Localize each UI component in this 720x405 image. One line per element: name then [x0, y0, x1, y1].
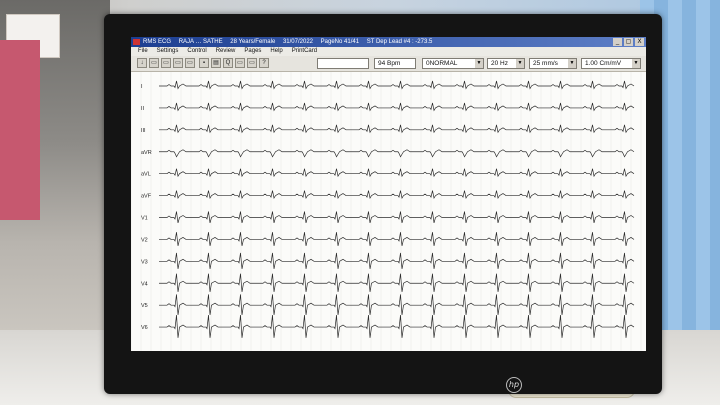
chevron-down-icon[interactable]: ▼ — [475, 59, 483, 68]
export-icon[interactable]: ▭ — [185, 58, 195, 68]
hp-logo-icon: hp — [506, 377, 522, 393]
ecg-waveform — [159, 168, 635, 178]
ecg-chart-area: I II III aVR aVL aVF V1 V2 V3 V4 V5 V6 — [131, 72, 646, 351]
st-dep-readout: ST Dep Lead #4 : -273.5 — [366, 39, 433, 45]
lead-label: V1 — [141, 216, 148, 222]
record-date: 31/07/2022 — [282, 39, 313, 45]
zoom-icon[interactable]: Q — [223, 58, 233, 68]
gain-select[interactable]: 1.00 Cm/mV ▼ — [581, 58, 641, 69]
patient-age-sex: 28 Years/Female — [230, 39, 276, 45]
menu-file[interactable]: File — [138, 47, 148, 56]
ecg-waveform — [159, 252, 635, 269]
ecg-waveform — [159, 80, 635, 90]
save-icon[interactable]: ▭ — [161, 58, 171, 68]
lead-label: V2 — [141, 237, 148, 243]
gain-value: 1.00 Cm/mV — [585, 60, 622, 67]
help-icon[interactable]: ? — [259, 58, 269, 68]
menu-review[interactable]: Review — [216, 47, 236, 56]
title-bar: RMS ECG RAJA … SATHE 28 Years/Female 31/… — [131, 37, 646, 47]
menu-bar: File Settings Control Review Pages Help … — [131, 47, 646, 56]
speed-select[interactable]: 25 mm/s ▼ — [529, 58, 577, 69]
ecg-waveform — [159, 294, 635, 315]
menu-settings[interactable]: Settings — [157, 47, 179, 56]
app-icon — [133, 39, 140, 45]
ecg-waveform — [159, 124, 635, 134]
print-icon[interactable]: ▭ — [173, 58, 183, 68]
menu-printcard[interactable]: PrintCard — [292, 47, 317, 56]
chevron-down-icon[interactable]: ▼ — [516, 59, 524, 68]
rhythm-value: 0NORMAL — [426, 60, 458, 67]
patient-name: RAJA … SATHE — [178, 39, 223, 45]
background-object — [0, 40, 40, 220]
lead-label: aVL — [141, 172, 151, 178]
ecg-waveform — [159, 315, 635, 338]
chevron-down-icon[interactable]: ▼ — [632, 59, 640, 68]
toolbar: ↓ ▭ ▭ ▭ ▭ ▪ ▤ Q ▭ ▭ ? 94 Bpm 0NORMAL ▼ 2… — [131, 56, 646, 72]
speed-value: 25 mm/s — [533, 60, 558, 67]
menu-control[interactable]: Control — [187, 47, 206, 56]
blank-tool-icon[interactable]: ▭ — [235, 58, 245, 68]
ecg-waveform — [159, 149, 635, 158]
lead-label: V6 — [141, 325, 148, 331]
heart-rate-field: 94 Bpm — [374, 58, 416, 69]
ecg-waveform — [159, 190, 635, 200]
grid-icon[interactable]: ▭ — [247, 58, 257, 68]
filter-value: 20 Hz — [491, 60, 508, 67]
menu-help[interactable]: Help — [270, 47, 282, 56]
ecg-waveform — [159, 211, 635, 223]
lead-label: II — [141, 106, 145, 112]
lead-label: I — [141, 84, 143, 90]
lead-label: V5 — [141, 303, 148, 309]
ecg-traces: IIIIIIaVRaVLaVFV1V2V3V4V5V6 — [131, 72, 642, 351]
search-field[interactable] — [317, 58, 369, 69]
maximize-button[interactable]: ▢ — [624, 38, 633, 46]
minimize-button[interactable]: _ — [613, 38, 622, 46]
down-arrow-icon[interactable]: ↓ — [137, 58, 147, 68]
record-icon[interactable]: ▪ — [199, 58, 209, 68]
lead-label: aVF — [141, 194, 152, 200]
lead-label: V3 — [141, 259, 148, 265]
filter-select[interactable]: 20 Hz ▼ — [487, 58, 525, 69]
lead-label: III — [141, 128, 146, 134]
ecg-waveform — [159, 232, 635, 246]
app-window: RMS ECG RAJA … SATHE 28 Years/Female 31/… — [131, 37, 646, 351]
chevron-down-icon[interactable]: ▼ — [568, 59, 576, 68]
lead-label: aVR — [141, 150, 152, 156]
layout-icon[interactable]: ▤ — [211, 58, 221, 68]
page-number: PageNo 41/41 — [320, 39, 360, 45]
lead-label: V4 — [141, 281, 148, 287]
open-icon[interactable]: ▭ — [149, 58, 159, 68]
ecg-waveform — [159, 273, 635, 292]
rhythm-select[interactable]: 0NORMAL ▼ — [422, 58, 484, 69]
ecg-waveform — [159, 102, 635, 112]
app-title: RMS ECG — [143, 39, 172, 45]
close-button[interactable]: X — [635, 38, 644, 46]
menu-pages[interactable]: Pages — [244, 47, 261, 56]
